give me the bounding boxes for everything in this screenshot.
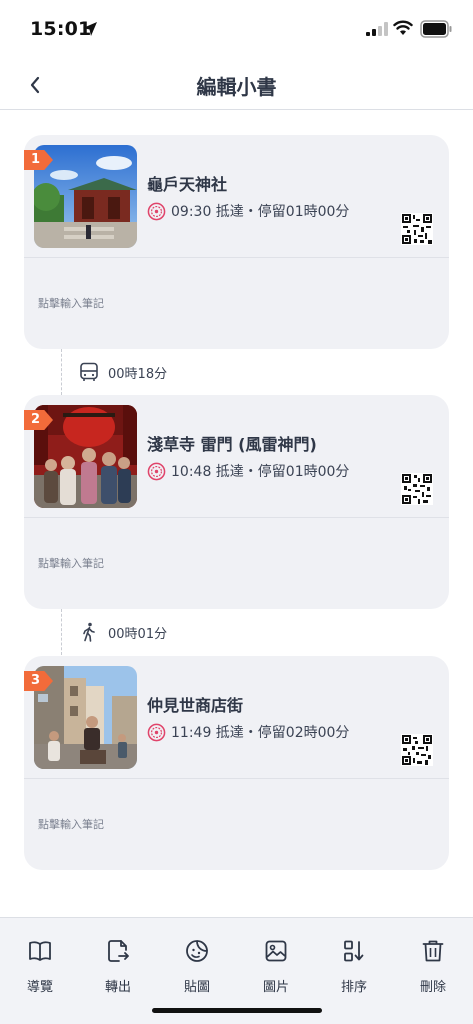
stop-card[interactable]: 3 仲見世商店街 11:49 抵達・停留02時00分 點擊輸入筆記	[24, 656, 449, 870]
qr-code-icon[interactable]	[401, 734, 433, 766]
stop-card[interactable]: 2 淺草寺 雷門 (風雷神門) 10:48 抵達・停留01時00分 點擊輸入筆記	[24, 395, 449, 609]
cellular-signal-icon	[366, 22, 388, 36]
route-connector	[61, 349, 62, 395]
note-input[interactable]: 點擊輸入筆記	[38, 295, 104, 311]
status-bar: 15:01	[0, 0, 473, 60]
export-button[interactable]: 轉出	[88, 938, 148, 998]
place-name: 龜戶天神社	[147, 175, 228, 194]
battery-icon	[420, 20, 452, 38]
transit-segment: 00時18分	[0, 349, 473, 395]
note-input[interactable]: 點擊輸入筆記	[38, 555, 104, 571]
stop-card[interactable]: 1 龜戶天神社 09:30 抵達・停留01時00分 點擊輸入筆記	[24, 135, 449, 349]
export-label: 轉出	[104, 980, 131, 995]
place-name: 淺草寺 雷門 (風雷神門)	[147, 435, 317, 454]
guide-button[interactable]: 導覽	[10, 938, 70, 998]
stop-card-header: 3 仲見世商店街 11:49 抵達・停留02時00分	[24, 656, 449, 779]
seal-icon	[147, 723, 166, 741]
arrival-info: 11:49 抵達・停留02時00分	[147, 722, 349, 742]
guide-label: 導覽	[26, 980, 53, 995]
arrival-time-text: 11:49 抵達・停留02時00分	[171, 725, 350, 741]
arrival-info: 09:30 抵達・停留01時00分	[147, 201, 349, 221]
home-indicator[interactable]	[152, 1008, 322, 1013]
itinerary-list: 1 龜戶天神社 09:30 抵達・停留01時00分 點擊輸入筆記 00時18分 …	[0, 111, 473, 917]
qr-code-icon[interactable]	[401, 213, 433, 245]
arrival-time-text: 09:30 抵達・停留01時00分	[171, 204, 350, 220]
image-label: 圖片	[262, 980, 289, 995]
delete-label: 刪除	[419, 980, 446, 995]
image-icon	[265, 940, 287, 962]
wifi-icon	[393, 20, 413, 35]
sticker-button[interactable]: 貼圖	[167, 938, 227, 998]
seal-icon	[147, 462, 166, 480]
route-connector	[61, 609, 62, 655]
sort-label: 排序	[340, 980, 367, 995]
nav-header: 編輯小書	[0, 60, 473, 110]
seal-icon	[147, 202, 166, 220]
arrival-time-text: 10:48 抵達・停留01時00分	[171, 464, 350, 480]
book-icon	[29, 941, 51, 961]
arrival-info: 10:48 抵達・停留01時00分	[147, 461, 349, 481]
transit-duration: 00時18分	[108, 367, 168, 382]
transit-duration: 00時01分	[108, 627, 168, 642]
qr-code-icon[interactable]	[401, 473, 433, 505]
export-icon	[108, 940, 129, 962]
location-arrow-icon	[83, 22, 97, 36]
page-title: 編輯小書	[196, 75, 277, 99]
delete-button[interactable]: 刪除	[403, 938, 463, 998]
sticker-label: 貼圖	[183, 980, 210, 995]
place-name: 仲見世商店街	[147, 696, 244, 715]
stop-card-header: 1 龜戶天神社 09:30 抵達・停留01時00分	[24, 135, 449, 258]
sort-icon	[344, 940, 364, 962]
bottom-toolbar: 導覽 轉出 貼圖 圖片 排序 刪除	[0, 917, 473, 1024]
sort-button[interactable]: 排序	[324, 938, 384, 998]
transit-segment: 00時01分	[0, 609, 473, 655]
stop-card-header: 2 淺草寺 雷門 (風雷神門) 10:48 抵達・停留01時00分	[24, 395, 449, 518]
walking-icon	[83, 622, 95, 642]
trash-icon	[422, 940, 444, 962]
image-button[interactable]: 圖片	[246, 938, 306, 998]
note-input[interactable]: 點擊輸入筆記	[38, 816, 104, 832]
bus-icon	[80, 362, 98, 381]
sticker-icon	[186, 940, 208, 962]
